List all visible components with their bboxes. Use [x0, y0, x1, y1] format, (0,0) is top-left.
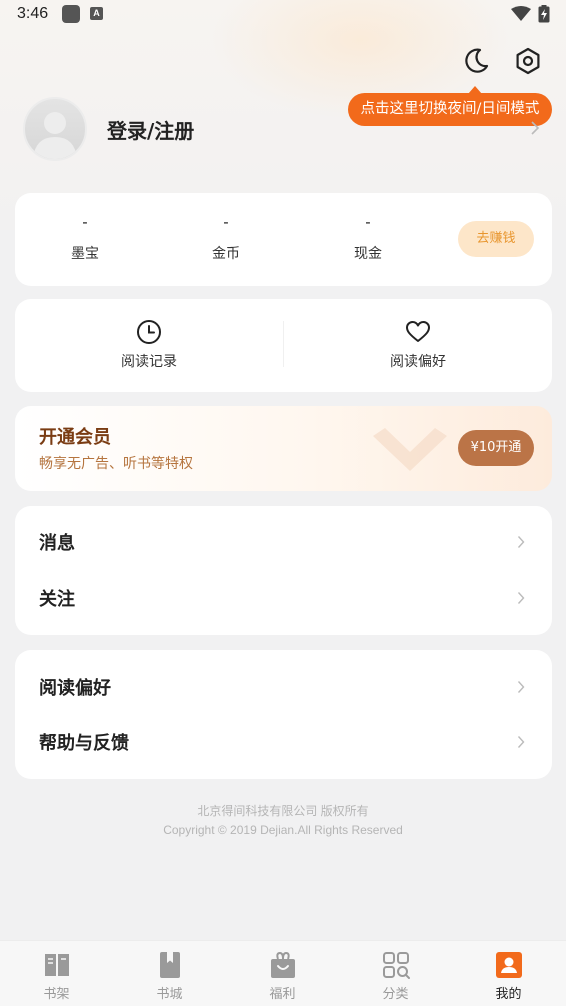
- night-mode-icon[interactable]: [461, 46, 491, 76]
- vip-subtitle: 畅享无广告、听书等特权: [39, 456, 193, 472]
- notification-app-icon: [62, 5, 80, 23]
- tab-label: 分类: [382, 987, 409, 1002]
- tab-label: 我的: [495, 987, 522, 1002]
- menu-label: 消息: [39, 533, 75, 554]
- vip-chevron-decoration-icon: [373, 428, 447, 471]
- asset-label: 金币: [212, 246, 240, 262]
- tab-label: 福利: [269, 987, 296, 1002]
- reading-preference-item[interactable]: 阅读偏好: [348, 319, 488, 371]
- menu-label: 帮助与反馈: [39, 733, 129, 754]
- bookshelf-icon: [45, 954, 69, 976]
- copyright-footer: 北京得间科技有限公司 版权所有 Copyright © 2019 Dejian.…: [0, 802, 566, 840]
- asset-value: -: [365, 213, 371, 231]
- copyright-company: 北京得间科技有限公司 版权所有: [197, 804, 369, 818]
- asset-label: 墨宝: [71, 246, 99, 262]
- profile-chevron-icon: [531, 121, 540, 135]
- night-mode-tooltip[interactable]: 点击这里切换夜间/日间模式: [348, 93, 552, 126]
- battery-icon: [538, 5, 550, 23]
- reading-history-item[interactable]: 阅读记录: [79, 319, 219, 371]
- heart-icon: [406, 321, 430, 342]
- category-icon: [383, 952, 410, 979]
- notification-a-icon: A: [90, 7, 103, 20]
- asset-value: -: [82, 213, 88, 231]
- tab-category[interactable]: 分类: [339, 941, 452, 1006]
- chevron-right-icon: [517, 681, 525, 693]
- settings-icon[interactable]: [513, 46, 543, 76]
- asset-label: 现金: [354, 246, 382, 262]
- login-register-link[interactable]: 登录/注册: [107, 115, 194, 144]
- asset-value: -: [223, 213, 229, 231]
- clock-icon: [137, 320, 161, 344]
- menu-label: 阅读偏好: [39, 678, 111, 699]
- default-avatar-icon: [33, 112, 77, 159]
- status-bar: 3:46 A: [0, 0, 566, 30]
- avatar[interactable]: [23, 97, 87, 161]
- copyright-notice: Copyright © 2019 Dejian.All Rights Reser…: [163, 823, 403, 837]
- chevron-right-icon: [517, 736, 525, 748]
- menu-label: 关注: [39, 589, 75, 610]
- reading-history-label: 阅读记录: [121, 354, 177, 370]
- menu-item-follow[interactable]: 关注: [15, 570, 552, 626]
- bottom-tab-bar: 书架 书城 福利 分类 我的: [0, 940, 566, 1006]
- tab-label: 书城: [156, 987, 183, 1002]
- gift-icon: [271, 951, 295, 978]
- wifi-icon: [511, 6, 531, 21]
- tab-welfare[interactable]: 福利: [226, 941, 339, 1006]
- menu-item-help-feedback[interactable]: 帮助与反馈: [15, 714, 552, 770]
- reading-card: 阅读记录 阅读偏好: [15, 299, 552, 392]
- vip-open-button[interactable]: ¥10开通: [458, 430, 534, 466]
- earn-money-button[interactable]: 去赚钱: [458, 221, 534, 257]
- tab-bookstore[interactable]: 书城: [113, 941, 226, 1006]
- menu-item-reading-preference[interactable]: 阅读偏好: [15, 659, 552, 715]
- bookmark-icon: [160, 952, 180, 978]
- menu-item-messages[interactable]: 消息: [15, 514, 552, 570]
- tab-label: 书架: [43, 987, 70, 1002]
- tab-mine[interactable]: 我的: [452, 941, 565, 1006]
- vip-card[interactable]: 开通会员 畅享无广告、听书等特权 ¥10开通: [15, 406, 552, 491]
- status-time: 3:46: [17, 5, 49, 22]
- divider: [283, 321, 284, 367]
- reading-preference-label: 阅读偏好: [390, 354, 446, 370]
- tab-bookshelf[interactable]: 书架: [0, 941, 113, 1006]
- profile-icon: [496, 952, 522, 978]
- menu-card-settings: 阅读偏好 帮助与反馈: [15, 650, 552, 779]
- menu-card-messages: 消息 关注: [15, 506, 552, 635]
- chevron-right-icon: [517, 536, 525, 548]
- chevron-right-icon: [517, 592, 525, 604]
- assets-card: - 墨宝 - 金币 - 现金 去赚钱: [15, 193, 552, 286]
- vip-title: 开通会员: [39, 427, 111, 448]
